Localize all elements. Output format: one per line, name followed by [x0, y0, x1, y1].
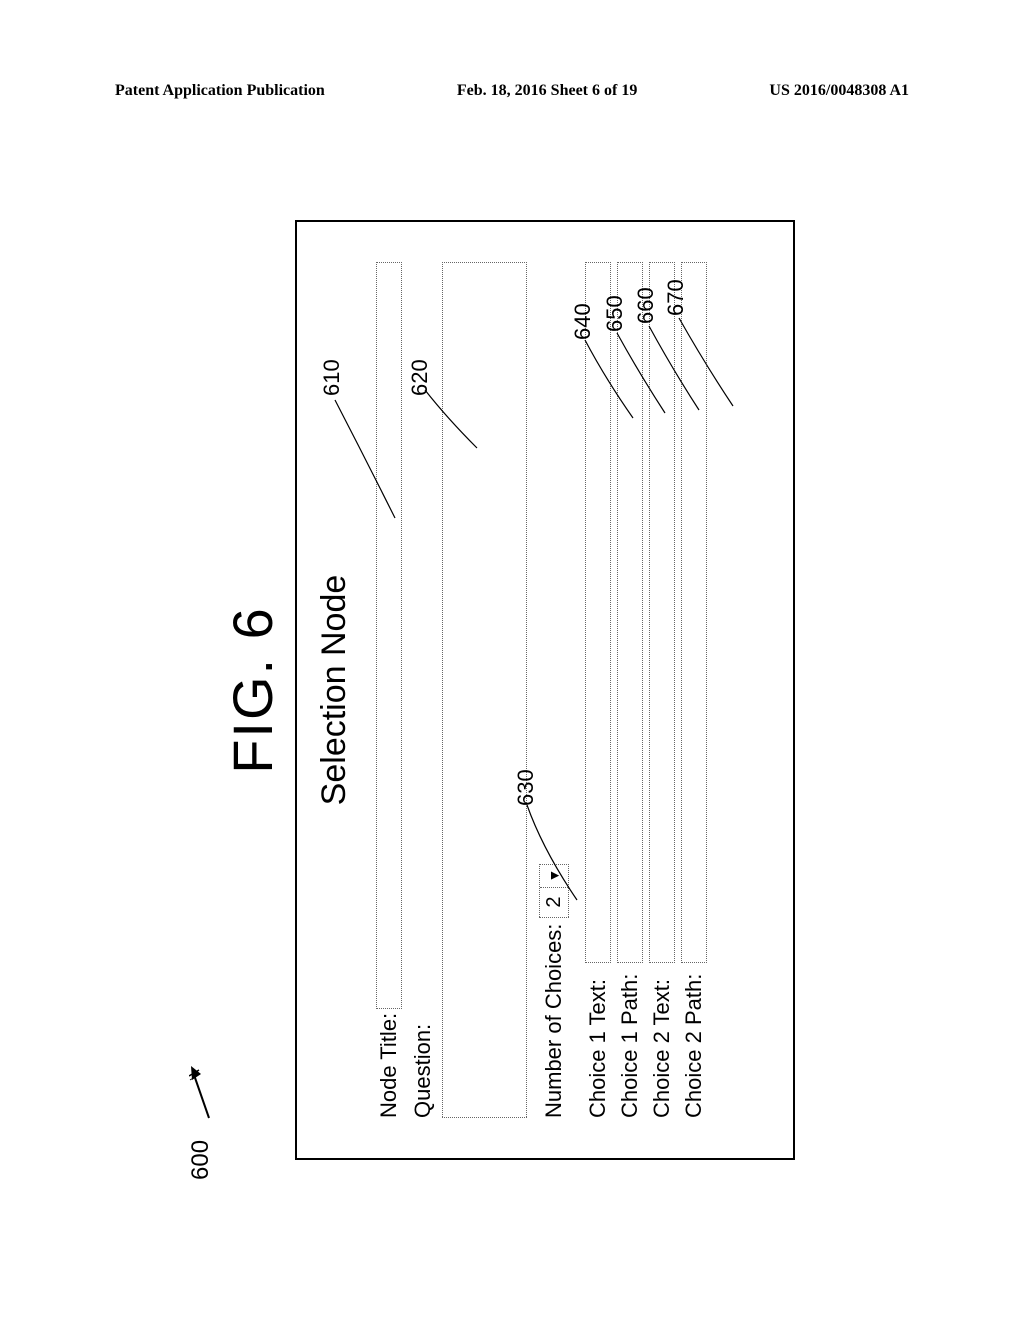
figure-ref-row: 600 — [187, 200, 215, 1180]
patent-header: Patent Application Publication Feb. 18, … — [0, 82, 1024, 100]
figure-caption: FIG. 6 — [220, 200, 285, 1180]
callout-610: 610 — [319, 359, 345, 396]
question-label: Question: — [410, 1024, 436, 1118]
header-center: Feb. 18, 2016 Sheet 6 of 19 — [457, 82, 637, 100]
callout-line-670 — [727, 306, 767, 406]
node-title-input[interactable] — [376, 262, 402, 1009]
callout-670: 670 — [663, 279, 689, 316]
selection-node-panel: Selection Node Node Title: Question: Num… — [295, 220, 795, 1160]
callout-660: 660 — [633, 287, 659, 324]
callout-640: 640 — [570, 303, 596, 340]
header-right: US 2016/0048308 A1 — [769, 82, 909, 100]
choice-1-text-label: Choice 1 Text: — [585, 963, 611, 1118]
choice-2-text-label: Choice 2 Text: — [649, 963, 675, 1118]
callout-line-630 — [555, 780, 595, 900]
callout-630: 630 — [513, 769, 539, 806]
choice-2-path-label: Choice 2 Path: — [681, 963, 707, 1118]
node-title-label: Node Title: — [376, 1013, 402, 1118]
arrow-icon — [189, 1060, 213, 1120]
num-choices-label: Number of Choices: — [541, 924, 567, 1118]
figure-rotated-wrapper: 600 FIG. 6 Selection Node Node Title: Qu… — [187, 200, 837, 1180]
callout-650: 650 — [602, 295, 628, 332]
header-left: Patent Application Publication — [115, 82, 325, 100]
ref-number-600: 600 — [187, 1140, 215, 1180]
num-choices-row: Number of Choices: 2 ▼ — [539, 262, 569, 1118]
choice-1-path-label: Choice 1 Path: — [617, 963, 643, 1118]
callout-line-620 — [457, 368, 497, 448]
node-title-row: Node Title: — [376, 262, 402, 1118]
choice-1-text-row: Choice 1 Text: — [585, 262, 611, 1118]
callout-line-610 — [383, 398, 423, 518]
callout-620: 620 — [407, 359, 433, 396]
